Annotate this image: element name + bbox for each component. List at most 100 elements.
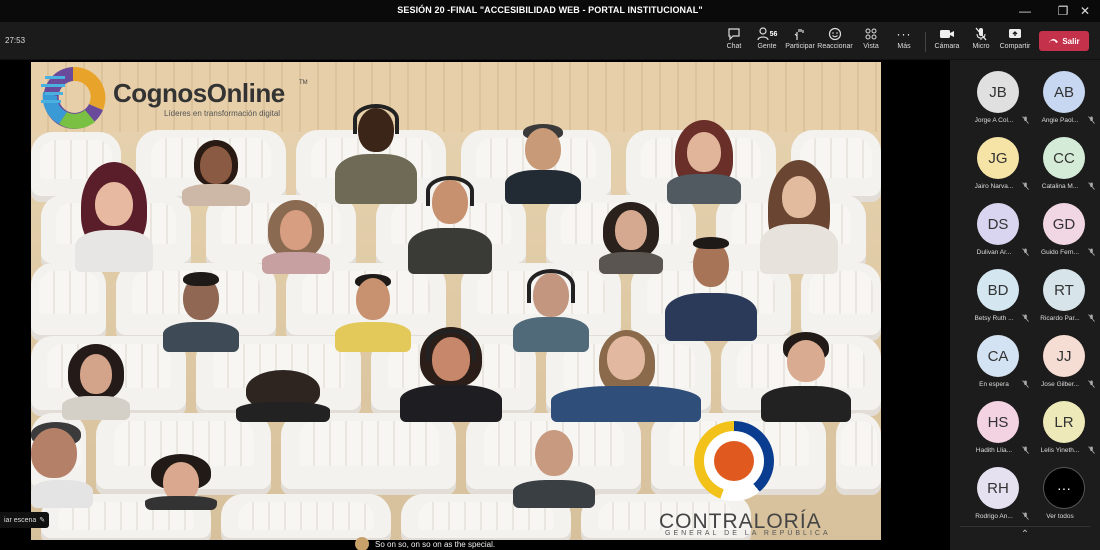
participant-name: Jorge A Col... <box>974 117 1014 124</box>
participant-video <box>56 344 136 420</box>
participant-video <box>161 272 241 352</box>
participant-tile[interactable]: GD Guido Fern... <box>1028 198 1098 264</box>
cognosonline-logo-icon <box>41 66 106 129</box>
avatar: LR <box>1043 401 1085 443</box>
participant-name: Dulivan Ar... <box>976 249 1012 256</box>
participant-name: Lelis Yineth... <box>1040 447 1080 454</box>
more-icon: ··· <box>896 27 912 41</box>
seat <box>281 413 456 495</box>
participant-tile[interactable]: CA En espera <box>962 330 1032 396</box>
participant-tile[interactable]: RT Ricardo Par... <box>1028 264 1098 330</box>
together-mode-video: CognosOnline TM Líderes en transformació… <box>31 62 881 540</box>
participant-name: Betsy Ruth ... <box>974 315 1014 322</box>
participant-tile[interactable]: JB Jorge A Col... <box>962 66 1032 132</box>
participant-video <box>236 370 330 422</box>
participant-name: Hadith Llia... <box>975 447 1013 454</box>
share-icon <box>1008 26 1022 42</box>
participant-tile[interactable]: RH Rodrigo An... <box>962 462 1032 528</box>
mic-muted-icon <box>1088 182 1095 192</box>
participant-name: Rodrigo An... <box>975 513 1013 520</box>
smiley-icon <box>828 26 842 42</box>
people-icon: 56 <box>756 26 778 42</box>
camera-button[interactable]: Cámara <box>928 26 966 56</box>
meeting-title: SESIÓN 20 -FINAL "ACCESIBILIDAD WEB - PO… <box>397 5 703 15</box>
participant-name: Jairo Narva... <box>974 183 1014 190</box>
participant-name: Ricardo Par... <box>1040 315 1080 322</box>
participant-name: Guido Fern... <box>1041 249 1079 256</box>
participant-tile[interactable]: AB Angie Paol... <box>1028 66 1098 132</box>
participant-name: Catalina M... <box>1041 183 1079 190</box>
participant-tile[interactable]: CC Catalina M... <box>1028 132 1098 198</box>
react-button[interactable]: Reaccionar <box>816 26 854 56</box>
avatar: CC <box>1043 137 1085 179</box>
meeting-toolbar: 27:53 Chat 56 Gente Participar Reacciona… <box>0 22 1100 60</box>
seat <box>31 263 106 341</box>
participant-tile[interactable]: HS Hadith Llia... <box>962 396 1032 462</box>
change-scene-button[interactable]: iar escena ✎ <box>0 512 50 528</box>
participant-video <box>661 120 747 204</box>
grid-view-icon <box>864 26 878 42</box>
avatar: HS <box>977 401 1019 443</box>
microphone-button[interactable]: Micro <box>962 26 1000 56</box>
participant-video <box>141 454 221 510</box>
phone-hangup-icon <box>1048 37 1059 46</box>
minimize-button[interactable]: — <box>1010 2 1040 20</box>
avatar: AB <box>1043 71 1085 113</box>
seat <box>221 494 391 540</box>
edit-pencil-icon: ✎ <box>39 517 46 524</box>
collapse-panel-button[interactable]: ⌃ <box>960 526 1090 542</box>
avatar: CA <box>977 335 1019 377</box>
seat <box>836 413 881 495</box>
trademark-mark: TM <box>299 80 308 86</box>
close-button[interactable]: ✕ <box>1070 2 1100 20</box>
contraloria-subtitle: GENERAL DE LA REPÚBLICA <box>665 530 831 537</box>
participant-video <box>69 162 159 272</box>
participant-video <box>256 200 336 274</box>
cognosonline-brand-name: CognosOnline <box>113 78 285 108</box>
participant-video <box>591 202 671 274</box>
participant-name: En espera <box>979 381 1009 388</box>
toolbar-divider <box>925 32 926 52</box>
participant-tile[interactable]: LR Lelis Yineth... <box>1028 396 1098 462</box>
mic-muted-icon <box>1088 446 1095 456</box>
caption-text: So on so, on so on as the special. <box>375 539 496 549</box>
participant-video <box>661 237 761 341</box>
leave-button[interactable]: Salir <box>1039 31 1089 51</box>
participant-tile[interactable]: JG Jairo Narva... <box>962 132 1032 198</box>
participant-video <box>551 330 701 422</box>
contraloria-logo-center <box>714 441 754 481</box>
participant-tile[interactable]: DS Dulivan Ar... <box>962 198 1032 264</box>
participant-video <box>396 327 506 422</box>
see-all-participants-button[interactable]: ··· Ver todos <box>1028 462 1098 528</box>
live-caption: So on so, on so on as the special. <box>355 537 496 550</box>
seat <box>801 263 881 341</box>
avatar: DS <box>977 203 1019 245</box>
cognosonline-tagline: Líderes en transformación digital <box>164 109 281 118</box>
participant-video <box>509 424 599 508</box>
avatar: RT <box>1043 269 1085 311</box>
avatar: BD <box>977 269 1019 311</box>
participant-tile[interactable]: JJ Jose Gilber... <box>1028 330 1098 396</box>
mic-muted-icon <box>1088 314 1095 324</box>
people-count: 56 <box>769 30 778 38</box>
title-bar: SESIÓN 20 -FINAL "ACCESIBILIDAD WEB - PO… <box>0 0 1100 22</box>
mic-off-icon <box>974 26 988 42</box>
camera-icon <box>939 26 955 42</box>
raise-hand-button[interactable]: Participar <box>781 26 819 56</box>
avatar: JB <box>977 71 1019 113</box>
mic-muted-icon <box>1088 380 1095 390</box>
participant-video <box>31 422 97 508</box>
raise-hand-icon <box>793 26 807 42</box>
avatar: GD <box>1043 203 1085 245</box>
participant-tile[interactable]: BD Betsy Ruth ... <box>962 264 1032 330</box>
participant-video <box>406 172 494 274</box>
avatar: JG <box>977 137 1019 179</box>
participant-name: Jose Gilber... <box>1041 381 1079 388</box>
more-dots-icon: ··· <box>1043 467 1085 509</box>
share-button[interactable]: Compartir <box>996 26 1034 56</box>
more-button[interactable]: ··· Más <box>885 26 923 56</box>
participant-video <box>756 160 842 274</box>
participant-name: Angie Paol... <box>1041 117 1079 124</box>
avatar: JJ <box>1043 335 1085 377</box>
chat-icon <box>727 26 741 42</box>
